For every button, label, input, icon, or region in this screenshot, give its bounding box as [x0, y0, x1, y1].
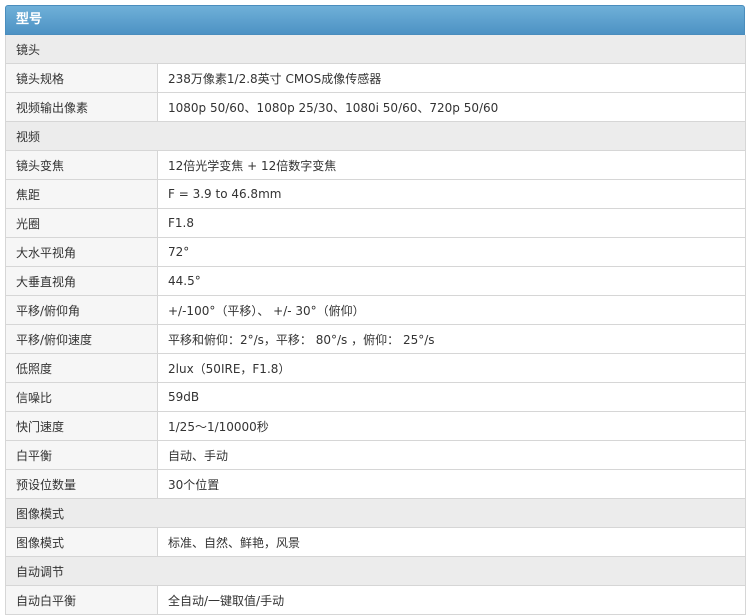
section-row: 图像模式 — [4, 498, 747, 528]
spec-value: 标准、自然、鲜艳，风景 — [156, 527, 747, 557]
spec-value: F1.8 — [156, 208, 747, 238]
spec-value: 72° — [156, 237, 747, 267]
spec-row: 自动白平衡 全自动/一键取值/手动 — [5, 585, 747, 615]
spec-value: 59dB — [156, 382, 747, 412]
spec-key: 镜头变焦 — [5, 150, 158, 180]
spec-row: 图像模式 标准、自然、鲜艳，风景 — [5, 527, 747, 557]
spec-key: 自动白平衡 — [5, 585, 158, 615]
spec-row: 视频输出像素 1080p 50/60、1080p 25/30、1080i 50/6… — [5, 92, 747, 122]
section-row: 视频 — [4, 121, 747, 151]
spec-key: 镜头规格 — [5, 63, 158, 93]
spec-value: 1/25～1/10000秒 — [156, 411, 747, 441]
spec-key: 低照度 — [5, 353, 158, 383]
section-row: 镜头 — [4, 35, 747, 64]
spec-value: 自动、手动 — [156, 440, 747, 470]
spec-key: 平移/俯仰角 — [5, 295, 158, 325]
spec-key: 大垂直视角 — [5, 266, 158, 296]
spec-value: 1080p 50/60、1080p 25/30、1080i 50/60、720p… — [156, 92, 747, 122]
spec-value: 238万像素1/2.8英寸 CMOS成像传感器 — [156, 63, 747, 93]
spec-row: 预设位数量 30个位置 — [5, 469, 747, 499]
spec-row: 快门速度 1/25～1/10000秒 — [5, 411, 747, 441]
spec-key: 图像模式 — [5, 527, 158, 557]
spec-key: 白平衡 — [5, 440, 158, 470]
spec-row: 镜头规格 238万像素1/2.8英寸 CMOS成像传感器 — [5, 63, 747, 93]
spec-row: 大水平视角 72° — [5, 237, 747, 267]
spec-row: 平移/俯仰角 +/-100°（平移）、 +/- 30°（俯仰） — [5, 295, 747, 325]
spec-row: 焦距 F = 3.9 to 46.8mm — [5, 179, 747, 209]
spec-row: 低照度 2lux（50IRE，F1.8） — [5, 353, 747, 383]
spec-value: 12倍光学变焦 + 12倍数字变焦 — [156, 150, 747, 180]
spec-panel: 型号 镜头 镜头规格 238万像素1/2.8英寸 CMOS成像传感器 视频输出像素… — [4, 0, 747, 615]
spec-key: 预设位数量 — [5, 469, 158, 499]
spec-row: 大垂直视角 44.5° — [5, 266, 747, 296]
section-label: 自动调节 — [4, 556, 747, 586]
spec-key: 焦距 — [5, 179, 158, 209]
spec-key: 视频输出像素 — [5, 92, 158, 122]
spec-key: 快门速度 — [5, 411, 158, 441]
spec-value: F = 3.9 to 46.8mm — [156, 179, 747, 209]
spec-key: 信噪比 — [5, 382, 158, 412]
section-label: 镜头 — [4, 35, 747, 64]
spec-value: 平移和俯仰：2°/s，平移： 80°/s ，俯仰： 25°/s — [156, 324, 747, 354]
spec-key: 平移/俯仰速度 — [5, 324, 158, 354]
spec-value: 全自动/一键取值/手动 — [156, 585, 747, 615]
spec-value: 2lux（50IRE，F1.8） — [156, 353, 747, 383]
spec-row: 白平衡 自动、手动 — [5, 440, 747, 470]
spec-row: 镜头变焦 12倍光学变焦 + 12倍数字变焦 — [5, 150, 747, 180]
spec-table-body: 镜头 镜头规格 238万像素1/2.8英寸 CMOS成像传感器 视频输出像素 108… — [4, 35, 747, 615]
section-label: 视频 — [4, 121, 747, 151]
spec-key: 大水平视角 — [5, 237, 158, 267]
spec-header-title: 型号 — [16, 12, 43, 27]
spec-header: 型号 — [5, 5, 745, 35]
spec-value: +/-100°（平移）、 +/- 30°（俯仰） — [156, 295, 747, 325]
spec-row: 平移/俯仰速度 平移和俯仰：2°/s，平移： 80°/s ，俯仰： 25°/s — [5, 324, 747, 354]
spec-value: 30个位置 — [156, 469, 747, 499]
section-label: 图像模式 — [4, 498, 747, 528]
section-row: 自动调节 — [4, 556, 747, 586]
spec-table: 镜头 镜头规格 238万像素1/2.8英寸 CMOS成像传感器 视频输出像素 108… — [4, 35, 747, 615]
spec-row: 光圈 F1.8 — [5, 208, 747, 238]
spec-key: 光圈 — [5, 208, 158, 238]
spec-row: 信噪比 59dB — [5, 382, 747, 412]
spec-value: 44.5° — [156, 266, 747, 296]
